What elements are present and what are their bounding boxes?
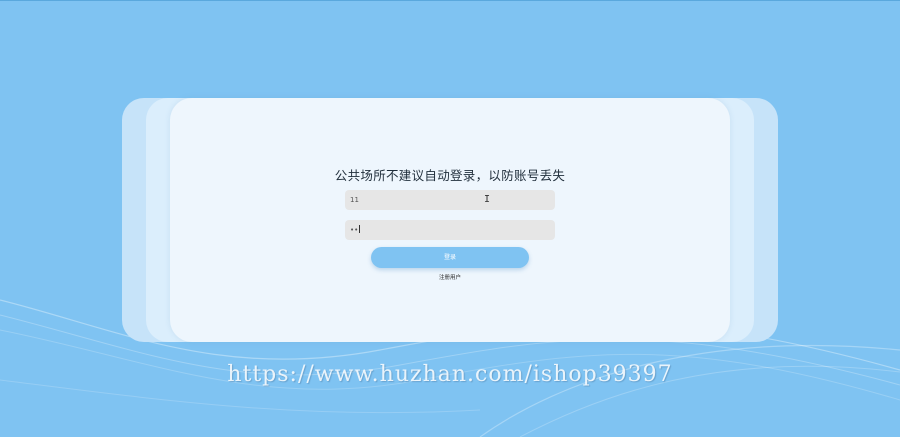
username-input[interactable]: 11 xyxy=(345,190,555,210)
input-caret xyxy=(359,225,361,233)
login-page: 公共场所不建议自动登录，以防账号丢失 11 I •• 登录 注册用户 https… xyxy=(0,0,900,437)
register-link[interactable]: 注册用户 xyxy=(0,273,900,281)
password-value: •• xyxy=(350,226,359,234)
username-value: 11 xyxy=(350,196,359,204)
password-input[interactable]: •• xyxy=(345,220,555,240)
login-button[interactable]: 登录 xyxy=(371,247,529,268)
watermark-text: https://www.huzhan.com/ishop39397 xyxy=(227,362,673,387)
text-cursor-icon: I xyxy=(484,194,491,205)
login-title: 公共场所不建议自动登录，以防账号丢失 xyxy=(334,168,566,183)
